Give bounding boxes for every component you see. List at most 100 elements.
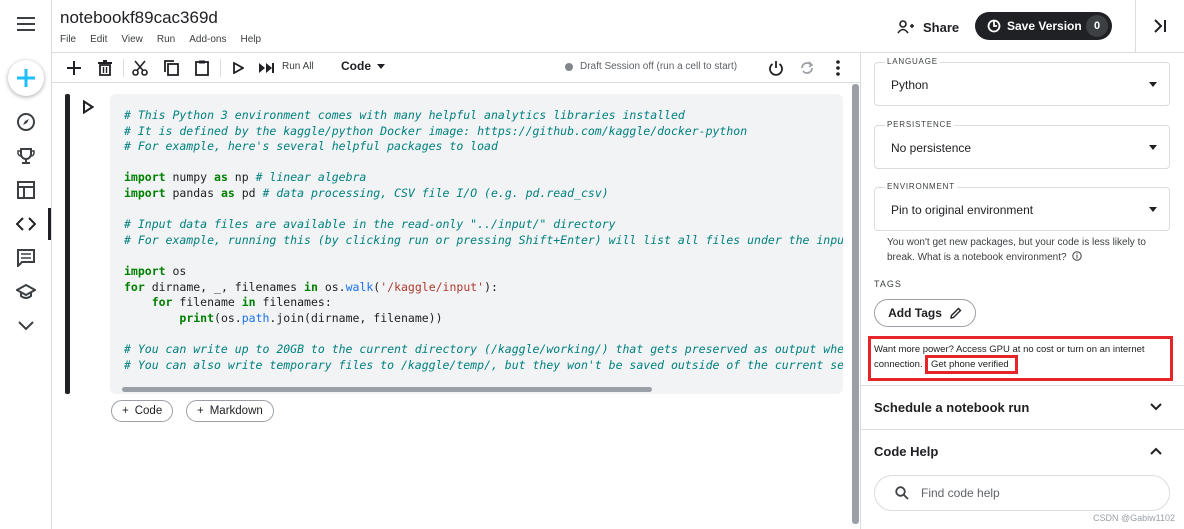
menu-edit[interactable]: Edit: [90, 34, 107, 45]
persistence-label: PERSISTENCE: [885, 120, 955, 129]
persistence-value: No persistence: [891, 141, 972, 155]
toolbar-divider: [123, 59, 124, 77]
watermark-text: CSDN @Gabiw1102: [1093, 513, 1176, 523]
code-help-placeholder: Find code help: [921, 486, 1000, 500]
more-options-button[interactable]: [827, 57, 849, 79]
delete-cell-button[interactable]: [94, 57, 116, 79]
code-line: # You can also write temporary files to …: [124, 357, 843, 372]
menu-addons[interactable]: Add-ons: [189, 34, 226, 45]
menu-view[interactable]: View: [121, 34, 143, 45]
menu-help[interactable]: Help: [240, 34, 261, 45]
code-icon[interactable]: [14, 212, 38, 236]
chevron-down-icon[interactable]: [14, 314, 38, 338]
code-line: for dirname, _, filenames in os.walk('/k…: [124, 279, 498, 294]
code-line: # It is defined by the kaggle/python Doc…: [124, 123, 748, 138]
code-help-search[interactable]: Find code help: [874, 475, 1170, 511]
power-icon: [769, 61, 783, 76]
caret-down-icon: [1149, 145, 1157, 150]
share-icon: [897, 20, 914, 34]
notebook-title[interactable]: notebookf89cac369d: [60, 8, 218, 28]
add-markdown-cell-button[interactable]: + Markdown: [186, 400, 274, 422]
share-button[interactable]: Share: [897, 16, 959, 38]
collapse-panel-button[interactable]: [1135, 0, 1184, 52]
restart-button[interactable]: [796, 57, 818, 79]
status-dot: [565, 62, 573, 71]
save-version-label: Save Version: [1007, 19, 1082, 33]
language-label: LANGUAGE: [885, 57, 940, 66]
code-line: import numpy as np # linear algebra: [124, 170, 367, 185]
school-icon[interactable]: [14, 280, 38, 304]
language-select[interactable]: LANGUAGE Python: [874, 57, 1170, 106]
plus-icon: [17, 69, 35, 87]
run-cell-button[interactable]: [227, 57, 249, 79]
comment-icon[interactable]: [14, 246, 38, 270]
copy-icon: [164, 60, 179, 76]
phone-verify-link[interactable]: Get phone verified: [925, 355, 1018, 374]
run-all-button[interactable]: [255, 57, 277, 79]
code-line: # For example, running this (by clicking…: [124, 232, 843, 247]
environment-note: You won't get new packages, but your cod…: [887, 235, 1173, 265]
compass-icon[interactable]: [14, 110, 38, 134]
plus-icon: +: [197, 405, 204, 417]
cut-button[interactable]: [129, 57, 151, 79]
code-line: # For example, here's several helpful pa…: [124, 139, 498, 154]
power-button[interactable]: [765, 57, 787, 79]
hamburger-icon[interactable]: [14, 12, 38, 36]
gpu-callout-text: Want more power? Access GPU at no cost o…: [874, 344, 1145, 370]
notebook-area: # This Python 3 environment comes with m…: [52, 84, 860, 529]
plus-icon: [67, 61, 81, 75]
add-tags-label: Add Tags: [888, 306, 942, 320]
code-line: for filename in filenames:: [151, 295, 332, 310]
play-icon: [83, 99, 95, 115]
code-help-title: Code Help: [874, 444, 939, 459]
settings-panel: LANGUAGE Python PERSISTENCE No persisten…: [860, 53, 1184, 529]
copy-button[interactable]: [160, 57, 182, 79]
save-version-button[interactable]: Save Version 0: [975, 12, 1112, 40]
table-icon[interactable]: [14, 178, 38, 202]
info-icon[interactable]: [1072, 251, 1083, 261]
paste-button[interactable]: [191, 57, 213, 79]
session-status: Draft Session off (run a cell to start): [565, 61, 737, 72]
add-cell-button[interactable]: [63, 57, 85, 79]
pencil-icon: [949, 307, 962, 319]
menu-file[interactable]: File: [60, 34, 76, 45]
active-indicator: [48, 208, 51, 240]
tags-heading: TAGS: [874, 279, 902, 289]
language-value: Python: [891, 78, 929, 92]
run-all-label[interactable]: Run All: [282, 61, 314, 72]
notebook-vertical-scrollbar[interactable]: [852, 84, 859, 524]
caret-down-icon: [377, 63, 385, 69]
gpu-callout-highlight: Want more power? Access GPU at no cost o…: [868, 336, 1173, 381]
chevron-down-icon: [1150, 403, 1162, 411]
play-icon: [233, 62, 244, 74]
run-cell-inline-button[interactable]: [82, 99, 98, 116]
code-editor[interactable]: # This Python 3 environment comes with m…: [110, 94, 843, 394]
refresh-icon: [801, 61, 814, 74]
schedule-section[interactable]: Schedule a notebook run: [861, 385, 1184, 429]
environment-note-text: You won't get new packages, but your cod…: [887, 237, 1146, 263]
trophy-icon[interactable]: [14, 144, 38, 168]
add-code-label: Code: [134, 405, 163, 417]
cell-type-value: Code: [341, 59, 371, 73]
paste-icon: [195, 60, 209, 76]
caret-down-icon: [1149, 207, 1157, 212]
menu-run[interactable]: Run: [157, 34, 175, 45]
code-help-section[interactable]: Code Help: [861, 429, 1184, 473]
cell-type-select[interactable]: Code: [341, 59, 385, 73]
code-line: import pandas as pd # data processing, C…: [124, 185, 609, 200]
code-content: # This Python 3 environment comes with m…: [124, 108, 843, 373]
trash-icon: [98, 60, 112, 76]
code-line: print(os.path.join(dirname, filename)): [179, 310, 443, 325]
more-vert-icon: [836, 60, 840, 76]
code-line: import os: [124, 263, 187, 278]
session-status-text: Draft Session off (run a cell to start): [580, 61, 738, 72]
persistence-select[interactable]: PERSISTENCE No persistence: [874, 120, 1170, 169]
add-tags-button[interactable]: Add Tags: [874, 299, 976, 327]
add-markdown-label: Markdown: [209, 405, 263, 417]
code-horizontal-scrollbar[interactable]: [122, 387, 652, 392]
chevron-up-icon: [1150, 447, 1162, 455]
code-line: # Input data files are available in the …: [124, 217, 616, 232]
create-button[interactable]: [8, 60, 44, 96]
environment-select[interactable]: ENVIRONMENT Pin to original environment: [874, 182, 1170, 231]
add-code-cell-button[interactable]: + Code: [111, 400, 174, 422]
